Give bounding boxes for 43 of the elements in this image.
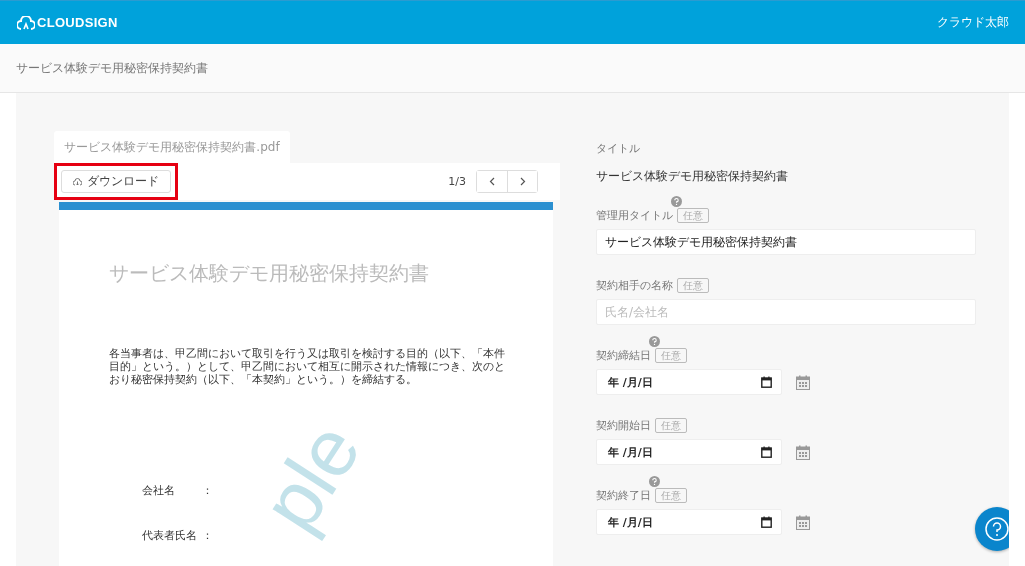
chevron-left-icon [489, 177, 495, 186]
watermark-text: ple [249, 410, 375, 544]
field-label: 契約開始日 [596, 417, 651, 433]
optional-badge: 任意 [677, 277, 709, 293]
cloud-download-icon [73, 177, 82, 186]
field-label: 契約終了日 [596, 487, 651, 503]
chevron-right-icon [519, 177, 526, 186]
optional-badge: 任意 [677, 207, 709, 223]
calendar-icon[interactable] [796, 444, 810, 460]
page-indicator: 1/3 [448, 175, 466, 188]
field-label: タイトル [596, 141, 641, 156]
field-label: 契約相手の名称 [596, 277, 673, 293]
optional-badge: 任意 [655, 487, 687, 503]
text-field[interactable]: サービス体験デモ用秘密保持契約書 [596, 229, 976, 255]
date-field[interactable]: 年 /月/日 [596, 369, 782, 395]
calendar-icon[interactable] [796, 374, 810, 390]
help-icon[interactable] [671, 195, 682, 207]
download-button[interactable]: ダウンロード [61, 170, 171, 193]
optional-badge: 任意 [655, 417, 687, 433]
calendar-icon [761, 376, 772, 388]
text-field[interactable]: 氏名/会社名 [596, 299, 976, 325]
signature-label: 会社名 [142, 482, 176, 498]
help-icon[interactable] [649, 335, 660, 347]
signature-label: 代表者氏名 [142, 527, 198, 543]
optional-badge: 任意 [655, 347, 687, 363]
title-value: サービス体験デモ用秘密保持契約書 [596, 168, 789, 185]
calendar-icon [761, 516, 772, 528]
field-label: 契約締結日 [596, 347, 651, 363]
cloud-logo-icon [17, 15, 35, 30]
help-button[interactable] [975, 507, 1009, 551]
document-paragraph: 各当事者は、甲乙間において取引を行う又は取引を検討する目的（以下、「本件目的」という。）として、甲乙間において相互に開示された情報につき、次のとおり秘密保持契約（以下、「本契約」という。）を締結する。 [109, 347, 505, 387]
calendar-icon[interactable] [796, 514, 810, 530]
help-icon[interactable] [649, 475, 660, 487]
calendar-icon [761, 446, 772, 458]
document-title: サービス体験デモ用秘密保持契約書 [109, 260, 430, 287]
page-title: サービス体験デモ用秘密保持契約書 [16, 59, 208, 77]
date-field[interactable]: 年 /月/日 [596, 509, 782, 535]
question-mark-icon [985, 517, 1009, 541]
next-page-button[interactable] [507, 171, 537, 192]
colon: ： [202, 527, 213, 543]
date-field[interactable]: 年 /月/日 [596, 439, 782, 465]
colon: ： [202, 482, 213, 498]
field-label: 管理用タイトル [596, 207, 673, 223]
